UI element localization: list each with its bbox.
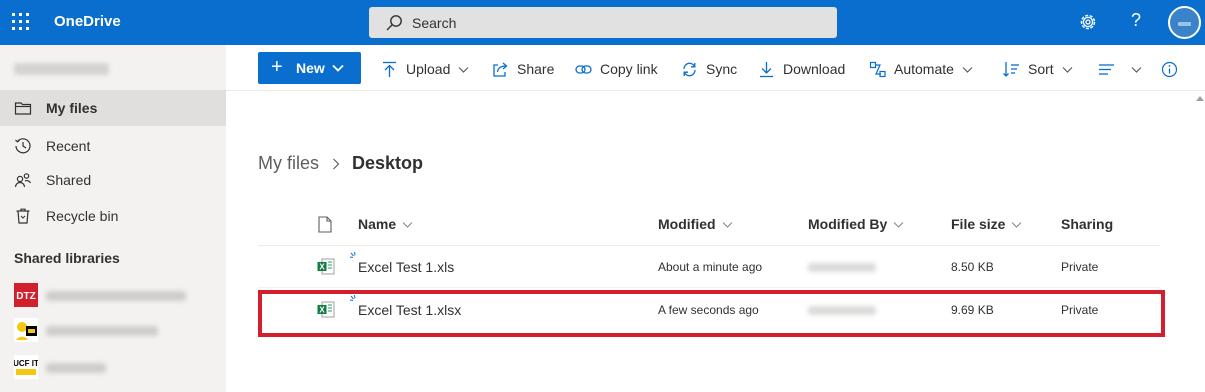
- column-name[interactable]: Name: [358, 216, 413, 232]
- column-sharing[interactable]: Sharing: [1061, 216, 1113, 232]
- app-launcher-icon[interactable]: [12, 13, 30, 31]
- breadcrumb-current: Desktop: [352, 153, 424, 173]
- annotation-highlight-box: [258, 290, 1165, 337]
- library-item[interactable]: DTZ: [14, 283, 224, 309]
- sort-button[interactable]: Sort: [1003, 60, 1073, 78]
- chevron-down-icon: [1131, 66, 1142, 73]
- view-options-button[interactable]: [1098, 60, 1142, 78]
- info-icon: [1161, 61, 1178, 77]
- sidebar-item-shared[interactable]: Shared: [0, 162, 226, 198]
- chevron-down-icon: [458, 66, 469, 73]
- sidebar-item-label: Recycle bin: [46, 208, 119, 224]
- people-icon: [14, 173, 32, 188]
- breadcrumb: My files Desktop: [258, 153, 423, 174]
- library-item[interactable]: UCF IT: [14, 355, 224, 381]
- top-bar: OneDrive Search ?: [0, 0, 1205, 45]
- table-row[interactable]: X Excel Test 1.xls About a minute ago 8.…: [258, 246, 1160, 288]
- library-item[interactable]: [14, 318, 224, 344]
- sharing-status[interactable]: Private: [1061, 260, 1098, 274]
- command-bar: + New Upload Share Copy link Sync Downlo…: [226, 45, 1205, 91]
- library-name-blurred: [46, 291, 186, 301]
- sidebar-item-my-files[interactable]: My files: [0, 90, 226, 126]
- column-modified-by[interactable]: Modified By: [808, 216, 904, 232]
- chevron-down-icon: [1012, 221, 1022, 228]
- sidebar-item-recycle-bin[interactable]: Recycle bin: [0, 198, 226, 234]
- library-name-blurred: [46, 363, 106, 373]
- sidebar-item-recent[interactable]: Recent: [0, 128, 226, 164]
- sidebar-item-label: Shared: [46, 172, 92, 188]
- help-icon[interactable]: ?: [1129, 10, 1143, 31]
- modified-text: About a minute ago: [658, 260, 763, 274]
- file-list-header: Name Modified Modified By File size Shar…: [258, 208, 1160, 246]
- chevron-down-icon: [722, 221, 732, 228]
- svg-text:UCF IT: UCF IT: [14, 359, 38, 368]
- automate-icon: [869, 61, 886, 77]
- column-modified[interactable]: Modified: [658, 216, 733, 232]
- search-placeholder: Search: [412, 14, 457, 31]
- breadcrumb-my-files[interactable]: My files: [258, 153, 319, 174]
- download-button[interactable]: Download: [758, 60, 845, 78]
- library-logo-icon: DTZ: [14, 283, 38, 307]
- plus-icon: +: [271, 56, 283, 78]
- search-icon: [386, 14, 402, 30]
- trash-icon: [16, 208, 30, 224]
- sidebar: My files Recent Shared Recycle bin Share…: [0, 45, 226, 392]
- svg-text:X: X: [319, 263, 325, 272]
- link-icon: [575, 64, 592, 74]
- upload-button[interactable]: Upload: [381, 60, 469, 78]
- modified-by-blurred: [808, 263, 876, 272]
- svg-text:DTZ: DTZ: [16, 291, 35, 302]
- copy-link-button[interactable]: Copy link: [575, 60, 658, 78]
- file-name-link[interactable]: Excel Test 1.xls: [358, 259, 454, 275]
- new-button[interactable]: + New: [258, 52, 361, 84]
- folder-icon: [14, 102, 32, 115]
- sort-icon: [1003, 61, 1019, 77]
- share-icon: [493, 62, 508, 77]
- shared-libraries-heading: Shared libraries: [14, 250, 120, 266]
- excel-file-icon: X: [317, 258, 335, 275]
- library-logo-icon: [14, 318, 38, 342]
- share-button[interactable]: Share: [492, 60, 554, 78]
- scrollbar[interactable]: [1193, 92, 1205, 392]
- app-title[interactable]: OneDrive: [54, 13, 121, 30]
- sidebar-item-label: My files: [46, 100, 98, 116]
- info-button[interactable]: [1161, 60, 1186, 78]
- chevron-down-icon: [962, 66, 973, 73]
- gear-icon[interactable]: [1078, 12, 1098, 32]
- sidebar-item-label: Recent: [46, 138, 91, 154]
- download-icon: [760, 61, 773, 77]
- sync-icon: [683, 62, 696, 76]
- chevron-down-icon: [1062, 66, 1073, 73]
- user-name-blurred: [14, 63, 109, 75]
- view-list-icon: [1099, 63, 1114, 75]
- search-input[interactable]: Search: [369, 7, 837, 38]
- chevron-right-icon: [333, 158, 340, 169]
- column-file-size[interactable]: File size: [951, 216, 1022, 232]
- chevron-down-icon: [893, 221, 904, 228]
- upload-icon: [383, 61, 396, 77]
- library-logo-icon: UCF IT: [14, 355, 38, 379]
- chevron-down-icon: [332, 64, 344, 72]
- file-size-text: 8.50 KB: [951, 260, 994, 274]
- avatar[interactable]: [1168, 6, 1201, 39]
- sync-button[interactable]: Sync: [681, 60, 737, 78]
- library-name-blurred: [46, 326, 158, 336]
- clock-icon: [15, 138, 31, 154]
- automate-button[interactable]: Automate: [869, 60, 973, 78]
- file-type-icon[interactable]: [318, 216, 332, 233]
- chevron-down-icon: [402, 221, 413, 228]
